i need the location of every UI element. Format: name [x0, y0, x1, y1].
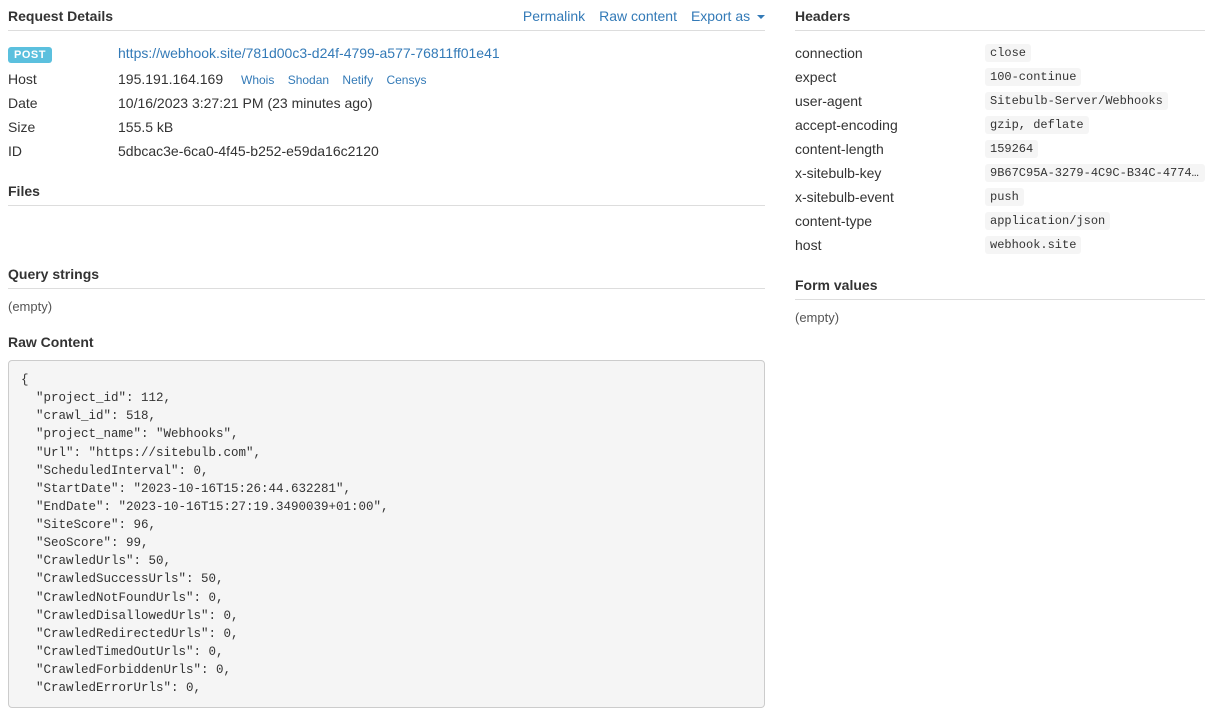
id-value: 5dbcac3e-6ca0-4f45-b252-e59da16c2120 — [118, 143, 765, 159]
host-label: Host — [8, 71, 118, 87]
header-value: push — [985, 188, 1024, 206]
permalink-link[interactable]: Permalink — [523, 8, 585, 24]
header-value: 159264 — [985, 140, 1038, 158]
whois-link[interactable]: Whois — [241, 73, 274, 87]
header-key: x-sitebulb-key — [795, 165, 985, 181]
header-value: gzip, deflate — [985, 116, 1089, 134]
header-row: user-agentSitebulb-Server/Webhooks — [795, 89, 1205, 113]
request-url-link[interactable]: https://webhook.site/781d00c3-d24f-4799-… — [118, 45, 500, 61]
host-value: 195.191.164.169 — [118, 71, 223, 87]
raw-content-body[interactable]: { "project_id": 112, "crawl_id": 518, "p… — [8, 360, 765, 708]
form-values-title: Form values — [795, 277, 877, 293]
header-key: host — [795, 237, 985, 253]
host-row: Host 195.191.164.169 Whois Shodan Netify… — [8, 67, 765, 91]
header-row: content-typeapplication/json — [795, 209, 1205, 233]
size-row: Size 155.5 kB — [8, 115, 765, 139]
query-strings-empty: (empty) — [8, 299, 765, 314]
form-values-header: Form values — [795, 277, 1205, 300]
netify-link[interactable]: Netify — [342, 73, 373, 87]
export-as-dropdown[interactable]: Export as — [691, 8, 765, 24]
shodan-link[interactable]: Shodan — [288, 73, 329, 87]
header-key: content-length — [795, 141, 985, 157]
headers-title: Headers — [795, 8, 850, 24]
headers-header: Headers — [795, 8, 1205, 31]
query-strings-title: Query strings — [8, 266, 99, 282]
censys-link[interactable]: Censys — [386, 73, 426, 87]
header-value: 9B67C95A-3279-4C9C-B34C-4774ACC5894B — [985, 164, 1205, 182]
date-label: Date — [8, 95, 118, 111]
header-row: content-length159264 — [795, 137, 1205, 161]
header-value: Sitebulb-Server/Webhooks — [985, 92, 1168, 110]
header-row: x-sitebulb-key9B67C95A-3279-4C9C-B34C-47… — [795, 161, 1205, 185]
method-badge: POST — [8, 47, 52, 63]
files-header: Files — [8, 183, 765, 206]
form-values-empty: (empty) — [795, 310, 1205, 325]
header-value: webhook.site — [985, 236, 1081, 254]
header-key: expect — [795, 69, 985, 85]
header-key: accept-encoding — [795, 117, 985, 133]
raw-content-title: Raw Content — [8, 334, 94, 350]
raw-content-link[interactable]: Raw content — [599, 8, 677, 24]
date-row: Date 10/16/2023 3:27:21 PM (23 minutes a… — [8, 91, 765, 115]
header-key: connection — [795, 45, 985, 61]
date-value: 10/16/2023 3:27:21 PM (23 minutes ago) — [118, 95, 765, 111]
header-row: hostwebhook.site — [795, 233, 1205, 257]
query-strings-header: Query strings — [8, 266, 765, 289]
id-row: ID 5dbcac3e-6ca0-4f45-b252-e59da16c2120 — [8, 139, 765, 163]
header-row: accept-encodinggzip, deflate — [795, 113, 1205, 137]
chevron-down-icon — [757, 15, 765, 19]
size-value: 155.5 kB — [118, 119, 765, 135]
raw-content-header: Raw Content — [8, 334, 765, 356]
files-title: Files — [8, 183, 40, 199]
header-row: expect100-continue — [795, 65, 1205, 89]
header-row: x-sitebulb-eventpush — [795, 185, 1205, 209]
header-value: 100-continue — [985, 68, 1081, 86]
request-details-title: Request Details — [8, 8, 113, 24]
header-row: connectionclose — [795, 41, 1205, 65]
request-details-header: Request Details Permalink Raw content Ex… — [8, 8, 765, 31]
header-key: content-type — [795, 213, 985, 229]
header-key: user-agent — [795, 93, 985, 109]
header-value: application/json — [985, 212, 1110, 230]
size-label: Size — [8, 119, 118, 135]
id-label: ID — [8, 143, 118, 159]
header-value: close — [985, 44, 1031, 62]
header-key: x-sitebulb-event — [795, 189, 985, 205]
request-method-url-row: POST https://webhook.site/781d00c3-d24f-… — [8, 41, 765, 67]
